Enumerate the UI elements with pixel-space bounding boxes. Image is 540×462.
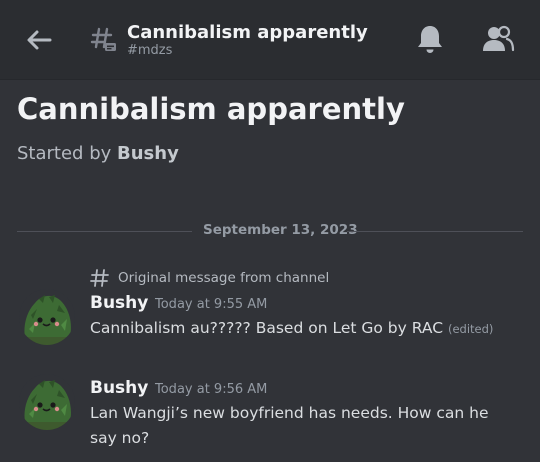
channel-hash-icon bbox=[90, 269, 109, 287]
started-by: Started by Bushy bbox=[17, 143, 179, 164]
message-text: Cannibalism au????? Based on Let Go by R… bbox=[90, 316, 530, 342]
avatar[interactable] bbox=[19, 374, 75, 430]
started-by-prefix: Started by bbox=[17, 143, 112, 164]
date-divider-label: September 13, 2023 bbox=[203, 222, 358, 238]
channel-title: Cannibalism apparently bbox=[127, 22, 368, 43]
date-divider-right bbox=[347, 231, 523, 232]
message-body: Cannibalism au????? Based on Let Go by R… bbox=[90, 319, 444, 337]
message-timestamp: Today at 9:56 AM bbox=[155, 382, 268, 397]
avatar[interactable] bbox=[19, 289, 75, 345]
thread-title: Cannibalism apparently bbox=[17, 92, 405, 126]
message-timestamp: Today at 9:55 AM bbox=[155, 297, 268, 312]
thread-icon bbox=[90, 27, 116, 51]
message-author[interactable]: Bushy bbox=[90, 378, 148, 398]
channel-name[interactable]: #mdzs bbox=[127, 43, 172, 58]
message-author[interactable]: Bushy bbox=[90, 293, 148, 313]
top-bar: Cannibalism apparently #mdzs bbox=[0, 0, 540, 80]
back-arrow-icon[interactable] bbox=[22, 24, 56, 56]
date-divider-left bbox=[17, 231, 192, 232]
started-by-user[interactable]: Bushy bbox=[117, 143, 179, 164]
bell-icon[interactable] bbox=[414, 22, 446, 56]
edited-label: (edited) bbox=[447, 322, 494, 336]
original-message-label: Original message from channel bbox=[118, 270, 330, 286]
message-text: Lan Wangji’s new boyfriend has needs. Ho… bbox=[90, 404, 489, 447]
members-icon[interactable] bbox=[481, 24, 515, 54]
